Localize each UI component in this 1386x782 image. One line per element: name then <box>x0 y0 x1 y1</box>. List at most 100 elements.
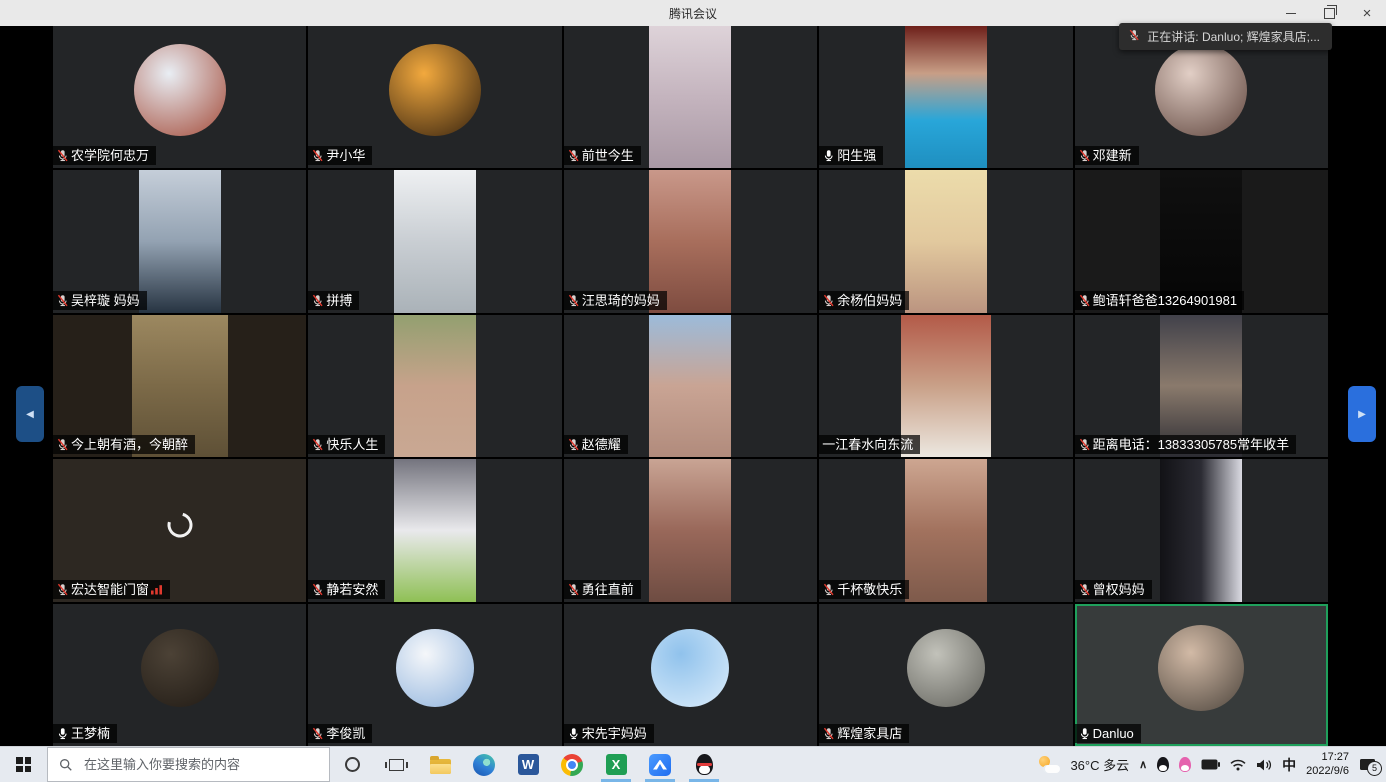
edge-browser-button[interactable] <box>462 747 506 782</box>
participant-name-label: 邓建新 <box>1075 146 1139 165</box>
participant-tile[interactable]: 余杨伯妈妈 <box>819 170 1072 312</box>
participant-tile[interactable]: 宏达智能门窗 <box>53 459 306 601</box>
cortana-button[interactable] <box>330 747 374 782</box>
participant-name-label: 李俊凯 <box>308 724 372 743</box>
excel-button[interactable]: X <box>594 747 638 782</box>
participant-avatar <box>1158 625 1244 711</box>
participant-tile[interactable]: 辉煌家具店 <box>819 604 1072 746</box>
participant-tile[interactable]: 拼搏 <box>308 170 561 312</box>
participant-name-label: 阳生强 <box>819 146 883 165</box>
mic-on-icon <box>56 727 69 740</box>
participant-tile[interactable]: 鲍语轩爸爸13264901981 <box>1075 170 1328 312</box>
participant-name-label: 快乐人生 <box>308 435 385 454</box>
participant-name: 快乐人生 <box>326 438 378 451</box>
qq-pink-tray-icon[interactable] <box>1179 757 1191 772</box>
participant-tile[interactable]: 李俊凯 <box>308 604 561 746</box>
task-view-button[interactable] <box>374 747 418 782</box>
mic-muted-icon <box>822 583 835 596</box>
mic-on-icon <box>1078 727 1091 740</box>
participant-tile[interactable]: 前世今生 <box>564 26 817 168</box>
participant-name: 农学院何忠万 <box>71 149 149 162</box>
weather-text[interactable]: 36°C 多云 <box>1070 755 1129 774</box>
system-tray: 36°C 多云 ∧ 中 17:27 2022/9/6 5 <box>1038 747 1386 782</box>
participant-name: 吴梓璇 妈妈 <box>71 294 140 307</box>
start-button[interactable] <box>0 747 47 782</box>
participant-tile[interactable]: 今上朝有酒，今朝醉 <box>53 315 306 457</box>
participant-tile[interactable]: 王梦楠 <box>53 604 306 746</box>
mic-muted-icon <box>567 149 580 162</box>
previous-page-button[interactable]: ◀ <box>16 386 44 442</box>
participant-name: 李俊凯 <box>326 727 365 740</box>
mic-muted-icon <box>822 294 835 307</box>
taskbar-clock[interactable]: 17:27 2022/9/6 <box>1306 751 1349 779</box>
participant-name-label: 宋先宇妈妈 <box>564 724 654 743</box>
clock-time: 17:27 <box>1306 751 1349 765</box>
now-speaking-tooltip: 正在讲话: Danluo; 辉煌家具店;... <box>1119 23 1332 50</box>
participant-tile[interactable]: 快乐人生 <box>308 315 561 457</box>
participant-tile[interactable]: 赵德耀 <box>564 315 817 457</box>
ime-indicator[interactable]: 中 <box>1282 755 1296 775</box>
taskbar-search[interactable] <box>47 747 330 782</box>
participant-tile[interactable]: 距离电话：13833305785常年收羊 <box>1075 315 1328 457</box>
clock-date: 2022/9/6 <box>1306 765 1349 779</box>
tray-expand-chevron-icon[interactable]: ∧ <box>1139 758 1147 771</box>
mic-muted-icon <box>1078 294 1091 307</box>
participant-tile[interactable]: 宋先宇妈妈 <box>564 604 817 746</box>
chrome-browser-button[interactable] <box>550 747 594 782</box>
participant-name: 曾权妈妈 <box>1093 583 1145 596</box>
participant-avatar <box>389 44 481 136</box>
qq-tray-icon[interactable] <box>1157 757 1169 772</box>
participant-name-label: 千杯敬快乐 <box>819 580 909 599</box>
participant-name: 尹小华 <box>326 149 365 162</box>
taskbar-apps: WX <box>418 747 726 782</box>
participant-name-label: 余杨伯妈妈 <box>819 291 909 310</box>
participant-name: 余杨伯妈妈 <box>837 294 902 307</box>
participant-name: 辉煌家具店 <box>837 727 902 740</box>
participant-name-label: 勇往直前 <box>564 580 641 599</box>
search-input[interactable] <box>82 756 318 773</box>
participant-video <box>139 170 221 312</box>
participant-tile[interactable]: 曾权妈妈 <box>1075 459 1328 601</box>
notification-count-badge: 5 <box>1367 761 1382 776</box>
mic-muted-icon <box>56 438 69 451</box>
mic-muted-icon <box>311 438 324 451</box>
participant-tile[interactable]: 尹小华 <box>308 26 561 168</box>
participant-avatar <box>141 629 219 707</box>
tencent-meeting-button[interactable] <box>638 747 682 782</box>
participant-tile[interactable]: 静若安然 <box>308 459 561 601</box>
battery-icon[interactable] <box>1201 759 1220 770</box>
action-center-button[interactable]: 5 <box>1359 758 1376 772</box>
participant-tile[interactable]: 吴梓璇 妈妈 <box>53 170 306 312</box>
mic-on-icon <box>822 149 835 162</box>
tencent-meeting-icon <box>649 754 671 776</box>
poor-network-signal-icon <box>151 584 163 595</box>
mic-muted-icon <box>1128 29 1140 44</box>
participant-tile[interactable]: 汪思琦的妈妈 <box>564 170 817 312</box>
participant-tile[interactable]: 农学院何忠万 <box>53 26 306 168</box>
participant-avatar <box>651 629 729 707</box>
next-page-button[interactable]: ▶ <box>1348 386 1376 442</box>
weather-icon[interactable] <box>1038 756 1060 774</box>
meeting-stage: 农学院何忠万 尹小华 前世今生阳生强 邓建新吴梓璇 妈妈 拼搏 汪思琦的妈妈 余杨伯妈妈 鲍语… <box>0 26 1386 746</box>
mic-muted-icon <box>56 149 69 162</box>
participant-video <box>649 315 731 457</box>
participant-video <box>394 459 476 601</box>
speaker-icon[interactable] <box>1256 759 1272 771</box>
close-button[interactable]: × <box>1348 0 1386 26</box>
qq-button[interactable] <box>682 747 726 782</box>
participant-name: 宋先宇妈妈 <box>582 727 647 740</box>
word-button[interactable]: W <box>506 747 550 782</box>
participant-name-label: 辉煌家具店 <box>819 724 909 743</box>
participant-name-label: 王梦楠 <box>53 724 117 743</box>
mic-on-icon <box>567 727 580 740</box>
wifi-icon[interactable] <box>1230 759 1246 771</box>
participant-tile[interactable]: 勇往直前 <box>564 459 817 601</box>
participant-tile[interactable]: 阳生强 <box>819 26 1072 168</box>
participant-name-label: 拼搏 <box>308 291 359 310</box>
participant-name: 勇往直前 <box>582 583 634 596</box>
participant-name-label: 汪思琦的妈妈 <box>564 291 667 310</box>
file-explorer-button[interactable] <box>418 747 462 782</box>
participant-tile[interactable]: 千杯敬快乐 <box>819 459 1072 601</box>
participant-tile[interactable]: Danluo <box>1075 604 1328 746</box>
participant-tile[interactable]: 一江春水向东流 <box>819 315 1072 457</box>
